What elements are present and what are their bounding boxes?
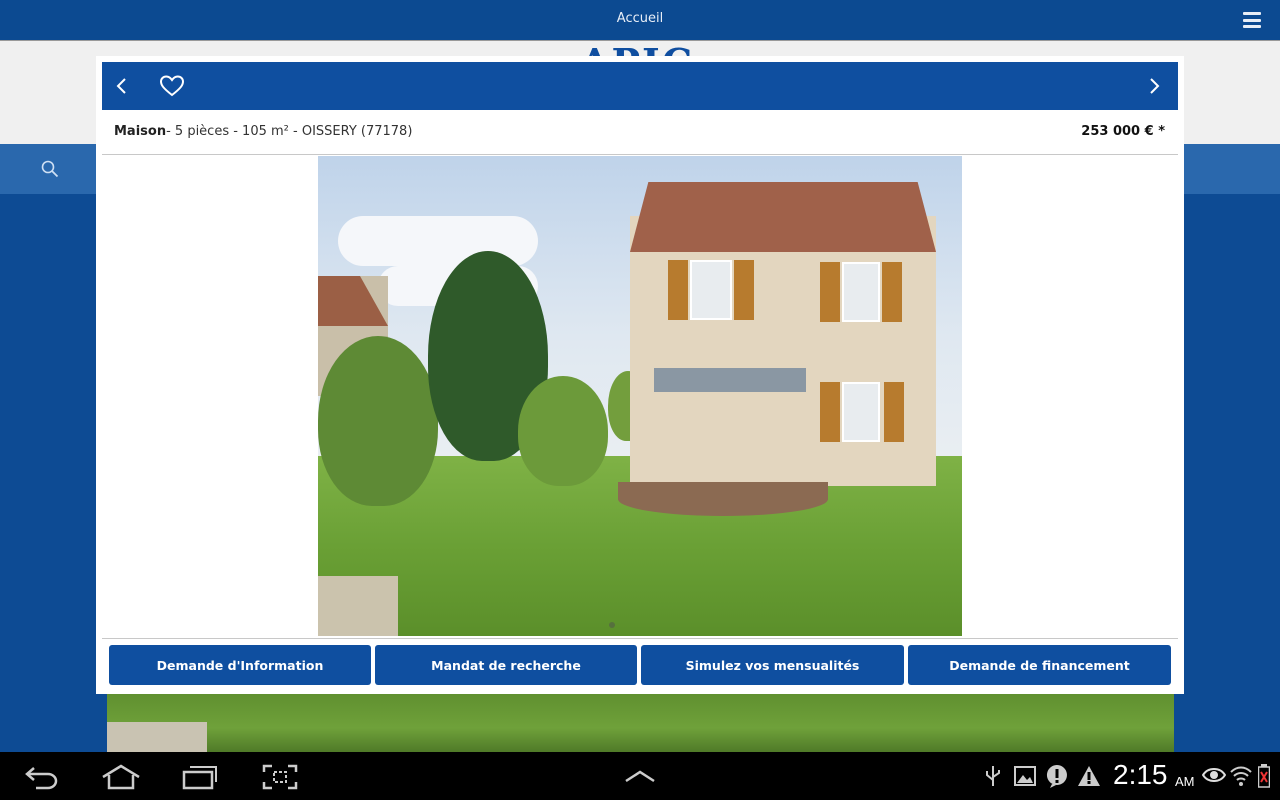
alert-notification-icon [1046, 765, 1067, 788]
system-navigation-bar: 2:15 AM [0, 752, 1280, 800]
home-icon[interactable] [101, 764, 141, 790]
clock-time: 2:15 [1113, 759, 1168, 790]
battery-icon [1258, 764, 1270, 788]
wifi-icon [1230, 766, 1252, 786]
simulate-payments-button[interactable]: Simulez vos mensualités [641, 645, 904, 685]
clock-ampm: AM [1175, 774, 1195, 789]
expand-up-icon[interactable] [624, 768, 656, 784]
request-information-button[interactable]: Demande d'Information [109, 645, 371, 685]
warning-icon [1078, 766, 1100, 786]
usb-icon [986, 766, 1000, 786]
property-type: Maison [114, 124, 167, 139]
listing-detail-dialog: Maison- 5 pièces - 105 m² - OISSERY (771… [96, 56, 1184, 694]
next-listing-icon[interactable] [1142, 74, 1166, 98]
action-buttons: Demande d'Information Mandat de recherch… [102, 638, 1178, 688]
screenshot-icon[interactable] [262, 764, 298, 790]
dialog-toolbar [102, 62, 1178, 110]
property-location: OISSERY (77178) [301, 124, 413, 139]
app-title: Accueil [616, 11, 664, 26]
search-mandate-button[interactable]: Mandat de recherche [375, 645, 637, 685]
property-price: 253 000 € * [1081, 124, 1165, 139]
financing-request-button[interactable]: Demande de financement [908, 645, 1171, 685]
gallery-notification-icon [1014, 766, 1036, 786]
back-icon[interactable] [24, 764, 60, 790]
eye-icon [1202, 768, 1226, 782]
favorite-heart-icon[interactable] [159, 74, 185, 98]
menu-icon[interactable] [1243, 12, 1261, 28]
app-bar: Accueil [0, 0, 1280, 40]
previous-listing-icon[interactable] [110, 74, 134, 98]
listing-photo[interactable] [318, 156, 962, 636]
listing-description: Maison- 5 pièces - 105 m² - OISSERY (771… [114, 124, 412, 139]
recent-apps-icon[interactable] [182, 764, 218, 790]
listing-summary: Maison- 5 pièces - 105 m² - OISSERY (771… [102, 110, 1178, 155]
search-icon[interactable] [41, 160, 59, 178]
background-listing-photo [107, 692, 1174, 752]
property-details: - 5 pièces - 105 m² - [166, 124, 302, 139]
carousel-indicator[interactable] [609, 622, 615, 628]
